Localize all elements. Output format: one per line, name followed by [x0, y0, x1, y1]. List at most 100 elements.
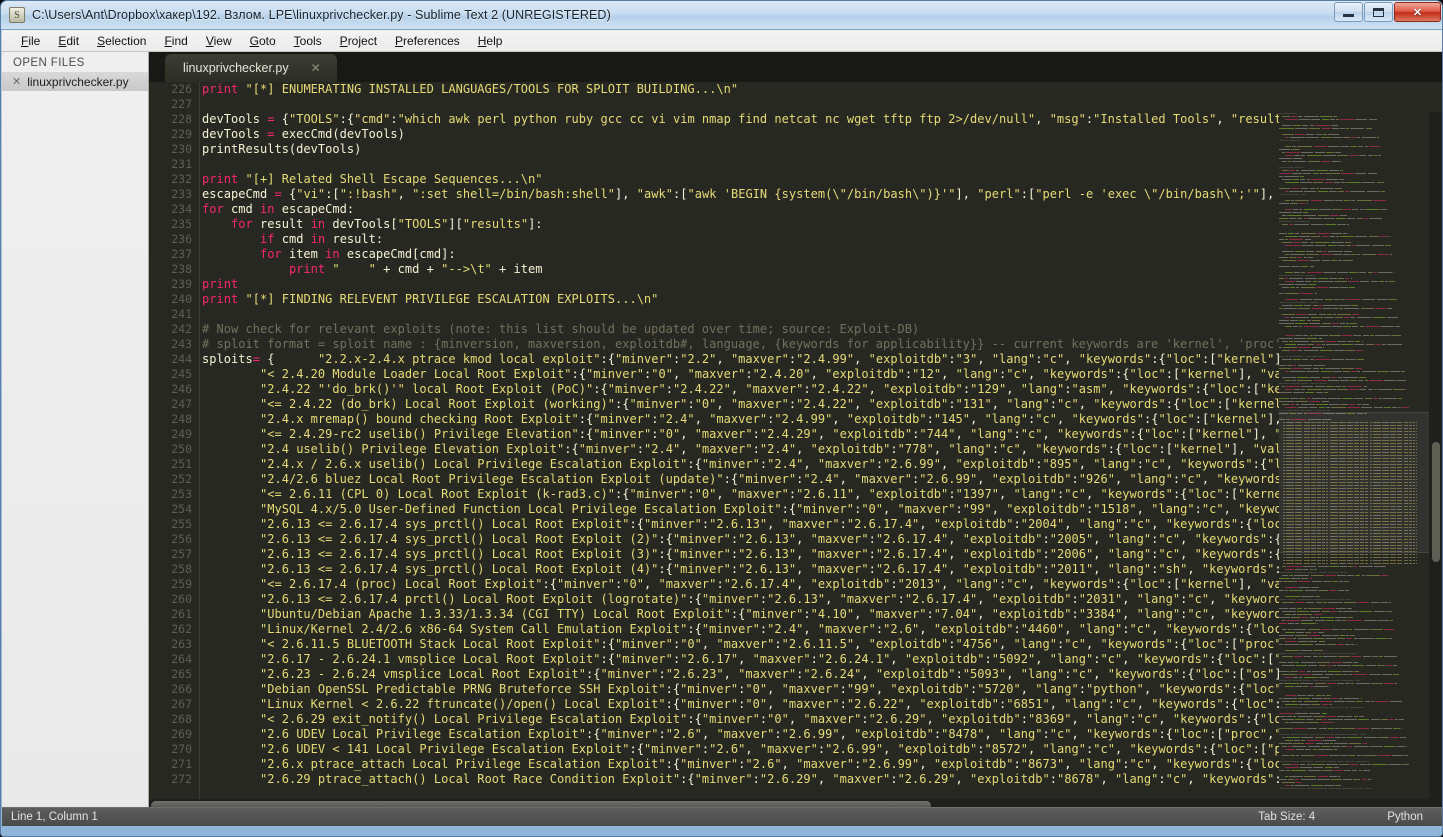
minimap-segment [1279, 139, 1288, 142]
code-line[interactable]: "2.6 UDEV < 141 Local Privilege Escalati… [202, 742, 1442, 757]
code-line[interactable]: "Linux Kernel < 2.6.22 ftruncate()/open(… [202, 697, 1442, 712]
syntax-indicator[interactable]: Python [1387, 811, 1423, 823]
minimap-segment [1342, 370, 1350, 373]
code-line[interactable]: "2.6.13 <= 2.6.17.4 sys_prctl() Local Ro… [202, 547, 1442, 562]
minimap-segment [1347, 412, 1356, 415]
code-line[interactable]: print "[*] FINDING RELEVENT PRIVILEGE ES… [202, 292, 1442, 307]
menu-item-edit[interactable]: Edit [49, 32, 88, 50]
minimap-segment [1318, 325, 1331, 328]
minimap-segment [1354, 565, 1358, 568]
minimap[interactable] [1279, 112, 1429, 812]
minimap-segment [1370, 718, 1380, 721]
code-line[interactable]: "<= 2.4.29-rc2 uselib() Privilege Elevat… [202, 427, 1442, 442]
code-line[interactable]: "2.4 uselib() Privilege Elevation Exploi… [202, 442, 1442, 457]
tab-linuxprivchecker[interactable]: linuxprivchecker.py ✕ [165, 54, 337, 82]
minimap-segment [1322, 271, 1336, 274]
menu-item-selection[interactable]: Selection [88, 32, 155, 50]
minimize-button[interactable] [1334, 2, 1363, 22]
menu-item-find[interactable]: Find [155, 32, 196, 50]
code-line[interactable]: print "[+] Related Shell Escape Sequence… [202, 172, 1442, 187]
minimap-segment [1311, 118, 1321, 121]
menu-item-file[interactable]: File [12, 32, 49, 50]
line-number: 260 [171, 592, 192, 606]
minimap-segment [1364, 208, 1380, 211]
line-number: 253 [171, 487, 192, 501]
minimap-segment [1383, 628, 1394, 631]
code-line[interactable]: # sploit format = sploit name : {minvers… [202, 337, 1442, 352]
maximize-button[interactable] [1364, 2, 1393, 22]
code-line[interactable]: print " " + cmd + "-->\t" + item [202, 262, 1442, 277]
minimap-segment [1323, 199, 1334, 202]
code-line[interactable] [202, 307, 1442, 322]
code-line[interactable]: devTools = {"TOOLS":{"cmd":"which awk pe… [202, 112, 1442, 127]
minimap-segment [1398, 406, 1402, 409]
menu-item-view[interactable]: View [197, 32, 241, 50]
minimap-segment [1307, 769, 1321, 772]
code-line[interactable]: devTools = execCmd(devTools) [202, 127, 1442, 142]
vertical-scrollbar-thumb[interactable] [1432, 442, 1440, 562]
code-line[interactable] [202, 97, 1442, 112]
code-line[interactable]: "<= 2.6.11 (CPL 0) Local Root Exploit (k… [202, 487, 1442, 502]
close-icon[interactable]: ✕ [12, 75, 21, 88]
code-line[interactable]: "<= 2.6.17.4 (proc) Local Root Exploit":… [202, 577, 1442, 592]
minimap-segment [1300, 292, 1314, 295]
code-line[interactable]: if cmd in result: [202, 232, 1442, 247]
code-text[interactable]: print "[*] ENUMERATING INSTALLED LANGUAG… [202, 82, 1442, 812]
code-line[interactable]: "2.4.22 "'do_brk()'" local Root Exploit … [202, 382, 1442, 397]
minimap-segment [1376, 370, 1389, 373]
code-area[interactable]: 226 227 228 229 230 231 232 233 234 235 236 237 238 2… [149, 82, 1442, 812]
code-line[interactable]: "2.4/2.6 bluez Local Root Privilege Esca… [202, 472, 1442, 487]
minimap-segment [1310, 199, 1323, 202]
code-line[interactable]: "< 2.4.20 Module Loader Local Root Explo… [202, 367, 1442, 382]
minimap-segment [1328, 334, 1341, 337]
code-line[interactable]: print "[*] ENUMERATING INSTALLED LANGUAG… [202, 82, 1442, 97]
code-line[interactable]: "2.6.13 <= 2.6.17.4 sys_prctl() Local Ro… [202, 532, 1442, 547]
code-line[interactable]: "Ubuntu/Debian Apache 1.3.33/1.3.34 (CGI… [202, 607, 1442, 622]
code-line[interactable]: print [202, 277, 1442, 292]
code-line[interactable]: "Debian OpenSSL Predictable PRNG Brutefo… [202, 682, 1442, 697]
code-line[interactable]: "2.6.23 - 2.6.24 vmsplice Local Root Exp… [202, 667, 1442, 682]
code-line[interactable]: # Now check for relevant exploits (note:… [202, 322, 1442, 337]
code-line[interactable] [202, 157, 1442, 172]
code-line[interactable]: "2.6.13 <= 2.6.17.4 prctl() Local Root E… [202, 592, 1442, 607]
vertical-scrollbar[interactable] [1429, 112, 1442, 812]
code-line[interactable]: for cmd in escapeCmd: [202, 202, 1442, 217]
minimap-segment [1358, 637, 1374, 640]
minimap-segment [1369, 334, 1374, 337]
minimap-segment [1370, 727, 1382, 730]
minimap-segment [1347, 574, 1355, 577]
code-line[interactable]: "2.6.x ptrace_attach Local Privilege Esc… [202, 757, 1442, 772]
minimap-segment [1342, 253, 1350, 256]
menu-item-help[interactable]: Help [469, 32, 512, 50]
menu-item-preferences[interactable]: Preferences [386, 32, 469, 50]
tab-size-indicator[interactable]: Tab Size: 4 [1258, 811, 1315, 823]
code-line[interactable]: "2.6.13 <= 2.6.17.4 sys_prctl() Local Ro… [202, 517, 1442, 532]
code-line[interactable]: "2.6.17 - 2.6.24.1 vmsplice Local Root E… [202, 652, 1442, 667]
code-line[interactable]: printResults(devTools) [202, 142, 1442, 157]
close-button[interactable]: ✕ [1394, 2, 1441, 22]
code-line[interactable]: sploits= { "2.2.x-2.4.x ptrace kmod loca… [202, 352, 1442, 367]
code-line[interactable]: "2.6.13 <= 2.6.17.4 sys_prctl() Local Ro… [202, 562, 1442, 577]
title-bar[interactable]: S C:\Users\Ant\Dropbox\хакер\192. Взлом.… [1, 1, 1442, 30]
code-line[interactable]: for result in devTools["TOOLS"]["results… [202, 217, 1442, 232]
tab-close-icon[interactable]: ✕ [311, 61, 321, 75]
menu-item-project[interactable]: Project [331, 32, 386, 50]
menu-item-goto[interactable]: Goto [241, 32, 285, 50]
menu-item-tools[interactable]: Tools [285, 32, 331, 50]
minimap-segment [1373, 565, 1386, 568]
minimap-segment [1285, 706, 1289, 709]
code-line[interactable]: escapeCmd = {"vi":[":!bash", ":set shell… [202, 187, 1442, 202]
code-line[interactable]: "MySQL 4.x/5.0 User-Defined Function Loc… [202, 502, 1442, 517]
code-line[interactable]: "2.4.x / 2.6.x uselib() Local Privilege … [202, 457, 1442, 472]
code-line[interactable]: "2.4.x mremap() bound checking Root Expl… [202, 412, 1442, 427]
code-line[interactable]: "Linux/Kernel 2.4/2.6 x86-64 System Call… [202, 622, 1442, 637]
minimap-segment [1390, 562, 1397, 565]
sidebar-item-linuxprivchecker[interactable]: ✕ linuxprivchecker.py [2, 72, 148, 91]
code-line[interactable]: "< 2.6.29 exit_notify() Local Privilege … [202, 712, 1442, 727]
code-line[interactable]: "<= 2.4.22 (do_brk) Local Root Exploit (… [202, 397, 1442, 412]
code-line[interactable]: "2.6.29 ptrace_attach() Local Root Race … [202, 772, 1442, 787]
code-line[interactable]: for item in escapeCmd[cmd]: [202, 247, 1442, 262]
minimap-segment [1299, 118, 1311, 121]
code-line[interactable]: "2.6 UDEV Local Privilege Escalation Exp… [202, 727, 1442, 742]
code-line[interactable]: "< 2.6.11.5 BLUETOOTH Stack Local Root E… [202, 637, 1442, 652]
